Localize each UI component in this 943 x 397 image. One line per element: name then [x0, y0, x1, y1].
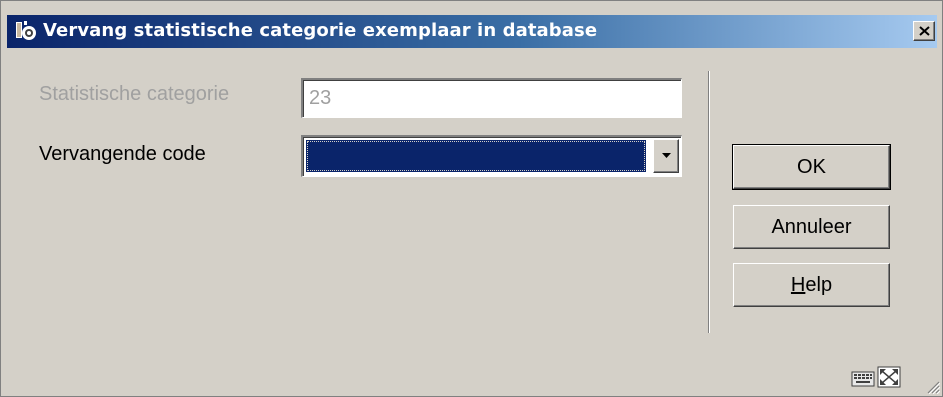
help-button[interactable]: Help: [733, 263, 890, 307]
resize-grip-icon[interactable]: [924, 378, 941, 395]
help-label-rest: elp: [805, 274, 833, 296]
chevron-down-icon: [662, 153, 671, 158]
app-icon: [15, 20, 37, 42]
replacement-code-label: Vervangende code: [39, 143, 206, 165]
replacement-code-select[interactable]: [301, 135, 682, 177]
window-title: Vervang statistische categorie exemplaar…: [43, 20, 598, 41]
help-hotkey: H: [790, 274, 806, 296]
replacement-code-value[interactable]: [306, 140, 646, 172]
cancel-button[interactable]: Annuleer: [733, 205, 890, 249]
vertical-divider: [708, 71, 710, 333]
dropdown-button[interactable]: [653, 139, 679, 173]
dialog-window: Vervang statistische categorie exemplaar…: [0, 0, 943, 397]
close-icon: [919, 26, 930, 36]
title-bar[interactable]: Vervang statistische categorie exemplaar…: [7, 15, 937, 48]
keyboard-icon[interactable]: [851, 368, 875, 388]
statistical-category-input[interactable]: 23: [301, 78, 682, 118]
fullscreen-icon[interactable]: [877, 366, 901, 388]
ok-button[interactable]: OK: [732, 144, 891, 190]
close-button[interactable]: [913, 21, 935, 41]
statistical-category-label: Statistische categorie: [39, 83, 230, 105]
